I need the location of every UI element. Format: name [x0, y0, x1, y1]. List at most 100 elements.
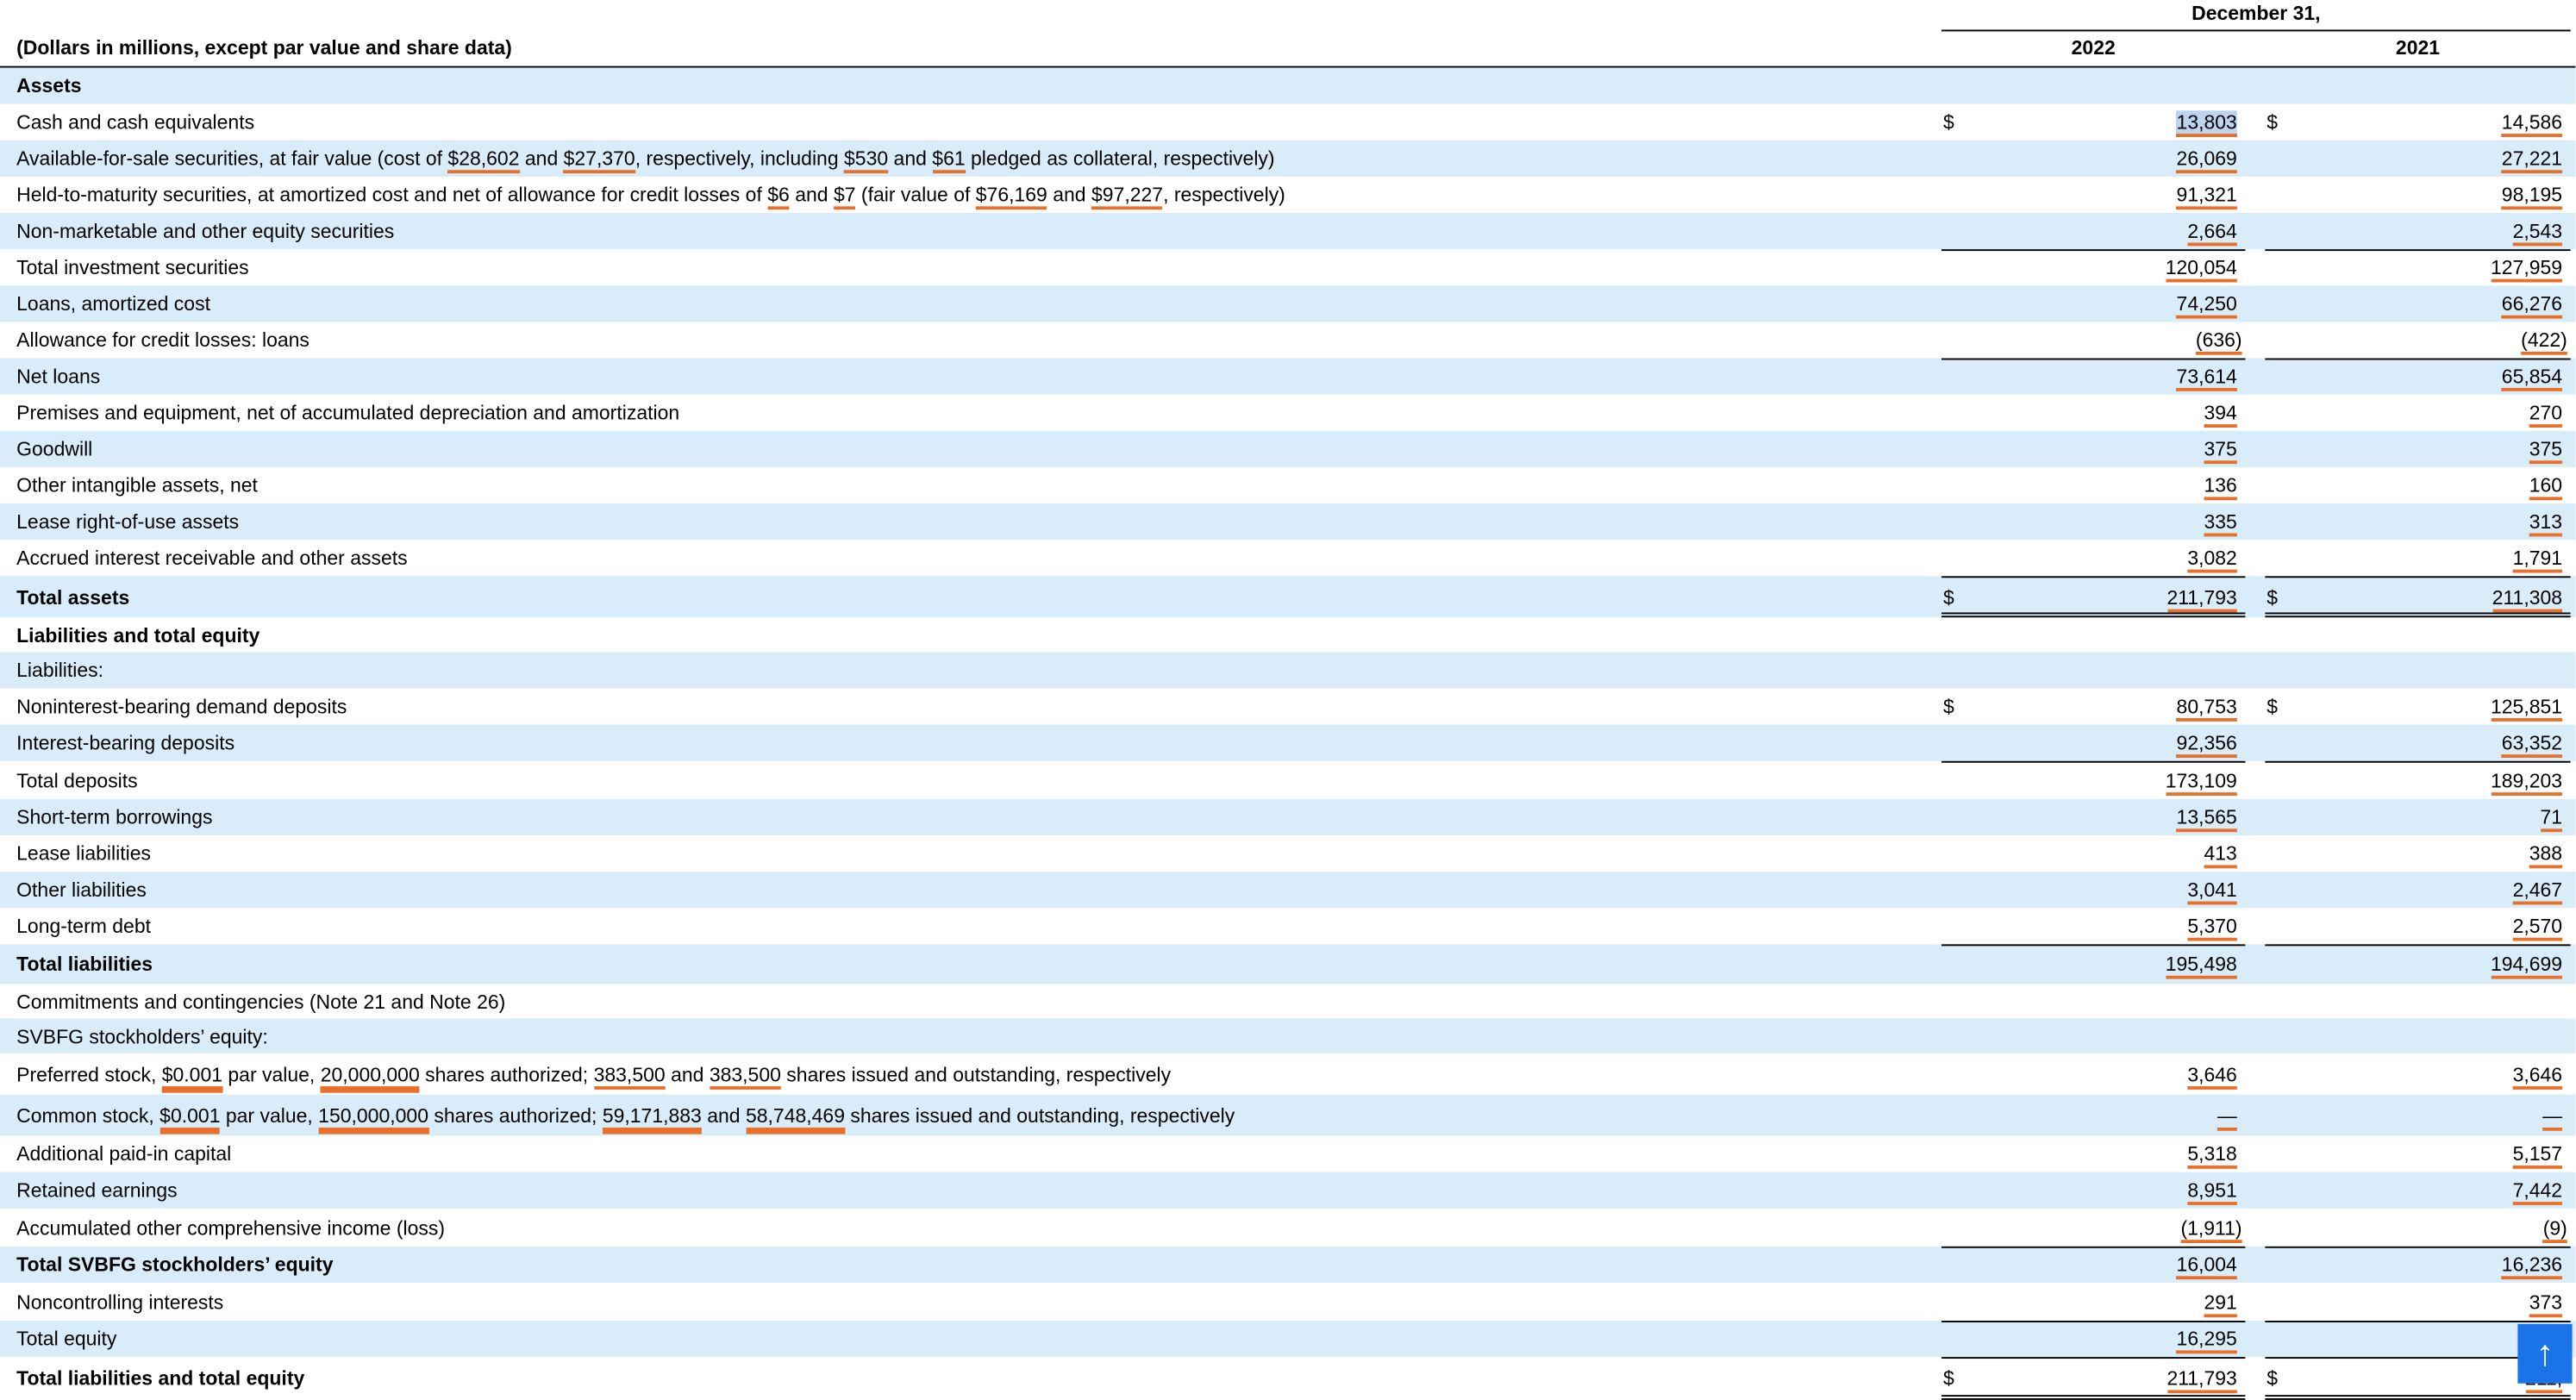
value-2022[interactable]: 8,951 [2187, 1178, 2237, 1205]
value-2021[interactable]: (422) [2521, 328, 2567, 355]
value-2021[interactable]: 27,221 [2501, 147, 2563, 174]
dollar-sign: $ [2267, 695, 2279, 719]
row-label: Total liabilities [16, 952, 153, 976]
value-2021[interactable]: 2,467 [2512, 878, 2563, 905]
value-2022[interactable]: 3,082 [2187, 546, 2237, 573]
value-2021[interactable]: 270 [2529, 401, 2563, 428]
value-2022[interactable]: 13,803 [2176, 110, 2237, 137]
value-2021[interactable]: 125,851 [2490, 695, 2563, 722]
highlighted-value: $76,169 [975, 183, 1047, 210]
value-2022[interactable]: 74,250 [2176, 291, 2237, 319]
value-2021[interactable]: (9) [2542, 1216, 2567, 1243]
table-row-totliabeq: Total liabilities and total equity $ $211,… [0, 1357, 2575, 1400]
value-2022[interactable]: 335 [2204, 509, 2237, 537]
row-label: Liabilities: [16, 659, 104, 682]
row-label: Premises and equipment, net of accumulat… [16, 401, 680, 425]
value-2021[interactable]: 14,586 [2501, 110, 2563, 137]
value-2022[interactable]: — [2216, 1103, 2237, 1130]
table-row-goodwill: Goodwill 375 375 [0, 430, 2576, 467]
value-2021[interactable]: 65,854 [2501, 365, 2563, 391]
value-2021[interactable]: 373 [2529, 1290, 2563, 1317]
value-2022[interactable]: 211,793 [2166, 584, 2237, 612]
value-2022[interactable]: 120,054 [2165, 255, 2237, 283]
row-label: Held-to-maturity securities, at amortize… [16, 183, 1285, 210]
subtotal-rule [1941, 576, 2246, 578]
subtotal-rule [2265, 576, 2571, 578]
value-2021[interactable]: 211,308 [2492, 584, 2563, 612]
highlighted-value: $97,227 [1091, 183, 1164, 210]
subtotal-rule [1941, 358, 2246, 360]
value-2022[interactable]: 211,793 [2166, 1366, 2237, 1394]
value-2021[interactable]: 375 [2529, 437, 2563, 465]
table-row-toteq: Total equity16,29516, [0, 1321, 2576, 1358]
row-label: Goodwill [16, 437, 93, 461]
value-2022[interactable]: 73,614 [2176, 365, 2237, 391]
subtotal-rule [2265, 249, 2571, 252]
row-label: Total investment securities [16, 255, 249, 279]
row-label: Additional paid-in capital [16, 1142, 232, 1166]
subtotal-rule [1941, 1246, 2246, 1248]
value-2021[interactable]: 63,352 [2501, 731, 2563, 758]
value-2021[interactable]: 3,646 [2512, 1062, 2563, 1089]
table-row-htm: Held-to-maturity securities, at amortize… [0, 177, 2575, 213]
value-2022[interactable]: 291 [2204, 1290, 2237, 1317]
value-2022[interactable]: 394 [2204, 401, 2237, 428]
dollar-sign: $ [1942, 695, 1954, 719]
value-2022[interactable]: 91,321 [2176, 183, 2237, 210]
value-2021[interactable]: 7,442 [2512, 1178, 2563, 1205]
value-2022[interactable]: 375 [2204, 437, 2237, 465]
row-label: Allowance for credit losses: loans [16, 328, 309, 352]
value-2022[interactable]: (1,911) [2180, 1216, 2242, 1243]
value-2022[interactable]: 2,664 [2187, 219, 2237, 247]
subtotal-rule [1941, 1357, 2246, 1359]
row-label: Net loans [16, 365, 101, 389]
value-2022[interactable]: 173,109 [2165, 768, 2237, 796]
value-2022[interactable]: 26,069 [2176, 147, 2237, 174]
value-2022[interactable]: 5,318 [2187, 1142, 2237, 1169]
value-2021[interactable]: 98,195 [2501, 183, 2563, 210]
value-2021[interactable]: 5,157 [2512, 1142, 2563, 1169]
value-2022[interactable]: 13,565 [2176, 805, 2237, 833]
value-2021[interactable]: 2,570 [2512, 914, 2563, 941]
value-2021[interactable]: — [2542, 1103, 2563, 1130]
value-2022[interactable]: 16,004 [2176, 1253, 2237, 1280]
value-2021[interactable]: 313 [2529, 509, 2563, 537]
value-2021[interactable]: 189,203 [2490, 768, 2563, 796]
table-row-lease: Lease right-of-use assets 335 313 [0, 503, 2576, 541]
value-2022[interactable]: 195,498 [2165, 952, 2237, 979]
subtotal-rule [1941, 760, 2246, 763]
value-2022[interactable]: 16,295 [2176, 1327, 2237, 1354]
table-body: Assets Cash and cash equivalents $ $13,803 1… [0, 67, 2576, 1400]
table-row-liab: Liabilities: [0, 652, 2576, 689]
value-2022[interactable]: 92,356 [2176, 731, 2237, 758]
arrow-up-icon: ↑ [2535, 1332, 2554, 1374]
value-2021[interactable]: 66,276 [2501, 291, 2563, 319]
table-row-nci: Noncontrolling interests 291 373 [0, 1283, 2575, 1321]
value-2021[interactable]: 2,543 [2512, 219, 2563, 247]
value-2021[interactable]: 16,236 [2501, 1253, 2563, 1280]
table-row-ltd: Long-term debt 5,370 2,570 [0, 908, 2575, 944]
value-2022[interactable]: 136 [2204, 473, 2237, 501]
dollar-sign: $ [1942, 584, 1954, 609]
row-label: Non-marketable and other equity securiti… [16, 219, 395, 243]
value-2022[interactable]: 5,370 [2187, 914, 2237, 941]
value-2022[interactable]: 3,041 [2187, 878, 2237, 905]
subtotal-rule [2265, 1246, 2571, 1248]
scroll-to-top-button[interactable]: ↑ [2517, 1323, 2573, 1384]
dollar-sign: $ [2267, 584, 2279, 609]
highlighted-value: $61 [932, 147, 966, 174]
total-double-rule [1941, 1395, 2246, 1400]
value-2021[interactable]: 1,791 [2512, 546, 2563, 573]
value-2021[interactable]: 194,699 [2490, 952, 2563, 979]
value-2022[interactable]: (636) [2195, 328, 2242, 355]
row-label: SVBFG stockholders’ equity: [16, 1024, 268, 1048]
highlighted-value: $28,602 [447, 147, 520, 174]
value-2021[interactable]: 388 [2529, 841, 2563, 869]
value-2021[interactable]: 127,959 [2490, 255, 2563, 283]
highlighted-value: 58,748,469 [745, 1103, 846, 1134]
value-2022[interactable]: 80,753 [2176, 695, 2237, 722]
value-2021[interactable]: 71 [2540, 805, 2563, 833]
value-2022[interactable]: 413 [2204, 841, 2237, 869]
value-2021[interactable]: 160 [2529, 473, 2563, 501]
value-2022[interactable]: 3,646 [2187, 1062, 2237, 1089]
